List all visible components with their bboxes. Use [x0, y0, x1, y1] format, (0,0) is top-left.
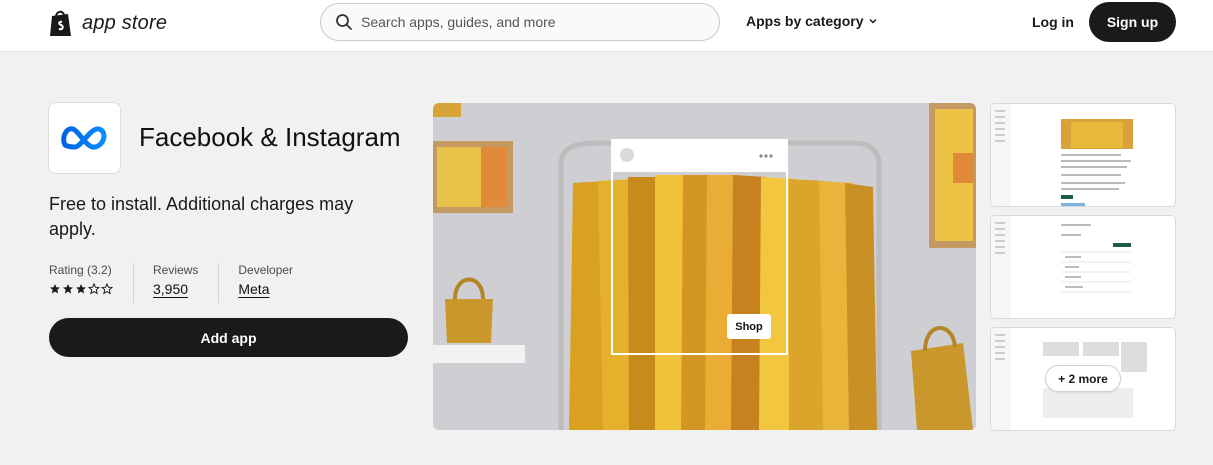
signup-button[interactable]: Sign up [1089, 2, 1176, 42]
top-header: app store Apps by category Log in Sign u… [0, 0, 1213, 52]
search-icon [336, 14, 352, 30]
apps-by-category-label: Apps by category [746, 13, 864, 29]
apps-by-category-menu[interactable]: Apps by category [746, 13, 878, 29]
star-filled-icon [50, 284, 60, 294]
app-store-logo[interactable]: app store [48, 8, 167, 38]
search-bar[interactable] [320, 3, 720, 41]
shop-button[interactable]: Shop [727, 314, 771, 339]
rating-stars [49, 283, 113, 295]
chevron-down-icon [869, 18, 878, 24]
add-app-button[interactable]: Add app [49, 318, 408, 357]
search-input[interactable] [361, 14, 701, 30]
logo-text: app store [82, 11, 168, 34]
shopify-bag-icon [50, 10, 71, 36]
developer-label: Developer [238, 263, 294, 277]
screenshot-thumbnail-2[interactable] [990, 215, 1176, 319]
developer-stat: Developer Meta [238, 263, 313, 303]
app-icon [48, 102, 121, 174]
rating-stat: Rating (3.2) [49, 263, 134, 303]
meta-logo-icon [60, 126, 106, 150]
thumbnail-2-image [991, 216, 1175, 318]
pricing-text: Free to install. Additional charges may … [49, 194, 354, 239]
more-screenshots-button[interactable]: + 2 more [1045, 365, 1121, 392]
star-empty-icon [101, 283, 113, 295]
screenshot-thumbnail-1[interactable] [990, 103, 1176, 207]
star-empty-icon [88, 283, 100, 295]
developer-link[interactable]: Meta [238, 281, 293, 297]
thumbnail-1-image [991, 104, 1175, 206]
star-filled-icon [63, 284, 73, 294]
login-link[interactable]: Log in [1032, 14, 1074, 30]
app-title: Facebook & Instagram [139, 122, 401, 152]
reviews-link[interactable]: 3,950 [153, 281, 198, 297]
star-filled-icon [76, 284, 86, 294]
clothing-rack-image [433, 103, 976, 430]
rating-label: Rating (3.2) [49, 263, 112, 277]
reviews-label: Reviews [153, 263, 199, 277]
app-stats: Rating (3.2) Reviews 3,950 Developer Met… [49, 263, 332, 303]
hero-screenshot[interactable]: Shop [433, 103, 976, 430]
reviews-stat: Reviews 3,950 [153, 263, 220, 303]
